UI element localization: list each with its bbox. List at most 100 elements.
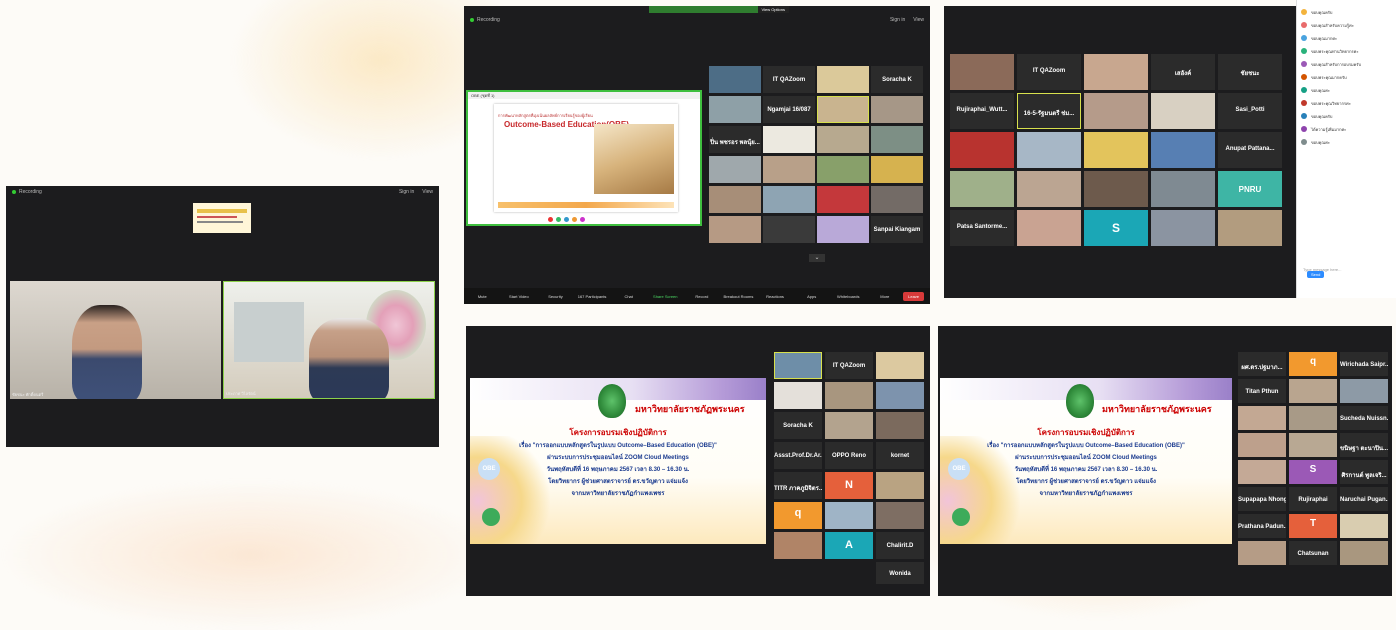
participant-tile[interactable]: ชัยชนะ <box>1218 54 1282 90</box>
shape-icon[interactable] <box>572 217 577 222</box>
participant-tile[interactable]: ศิรกานต์ พูลเจริ... <box>1340 460 1388 484</box>
participant-tile[interactable] <box>1017 210 1081 246</box>
participant-tile-speaking[interactable] <box>817 96 869 123</box>
participant-tile[interactable] <box>1017 132 1081 168</box>
pen-icon[interactable] <box>548 217 553 222</box>
share-screen-button[interactable]: Share Screen <box>647 294 684 299</box>
participant-tile[interactable] <box>1238 460 1286 484</box>
breakout-rooms-button[interactable]: Breakout Rooms <box>720 294 757 299</box>
mute-button[interactable]: Mute <box>464 294 501 299</box>
view-button[interactable]: View <box>913 17 924 23</box>
participant-tile[interactable]: Wonida <box>876 562 924 584</box>
participant-tile[interactable]: Chatsunan <box>1289 541 1337 565</box>
participant-tile[interactable]: TITR ภาคภูมิจิตร... <box>774 472 822 499</box>
participant-tile[interactable]: Anupat Pattana... <box>1218 132 1282 168</box>
participant-tile[interactable] <box>817 66 869 93</box>
leave-button[interactable]: Leave <box>903 291 925 301</box>
more-button[interactable]: More <box>867 294 904 299</box>
start-video-button[interactable]: Start Video <box>501 294 538 299</box>
participant-tile[interactable]: Soracha K <box>774 412 822 439</box>
participant-tile[interactable] <box>709 156 761 183</box>
participant-tile[interactable] <box>950 132 1014 168</box>
participant-tile[interactable] <box>1289 406 1337 430</box>
participant-tile[interactable] <box>950 54 1014 90</box>
participant-tile[interactable] <box>763 216 815 243</box>
participant-tile[interactable]: Rujiraphai_Wutt... <box>950 93 1014 129</box>
participant-tile[interactable] <box>1084 54 1148 90</box>
video-tile-speaker-right[interactable]: ประภาศ วิไลรัตน์ <box>223 281 435 399</box>
participant-tile[interactable]: Sucheda Nuissn... <box>1340 406 1388 430</box>
apps-button[interactable]: Apps <box>793 294 830 299</box>
participant-tile[interactable] <box>1151 210 1215 246</box>
participant-tile[interactable] <box>1151 132 1215 168</box>
participant-tile[interactable] <box>876 472 924 499</box>
participant-tile[interactable]: ผศ.ดร.ปฐมาภ... <box>1238 352 1286 376</box>
participant-tile[interactable] <box>1084 93 1148 129</box>
participant-tile[interactable] <box>950 171 1014 207</box>
participant-tile[interactable]: S <box>1084 210 1148 246</box>
participant-tile[interactable] <box>1084 171 1148 207</box>
participant-tile[interactable] <box>1017 171 1081 207</box>
participant-tile[interactable]: T <box>1289 514 1337 538</box>
participant-tile[interactable] <box>1289 433 1337 457</box>
participant-tile[interactable]: Assst.Prof.Dr.Ar... <box>774 442 822 469</box>
participant-tile[interactable]: IT QAZoom <box>1017 54 1081 90</box>
participant-tile[interactable]: q <box>1289 352 1337 376</box>
shared-banner-slide[interactable]: มหาวิทยาลัยราชภัฏพระนคร OBE โครงการอบรมเ… <box>470 378 766 544</box>
participant-tile[interactable]: Soracha K <box>871 66 923 93</box>
participant-tile[interactable] <box>709 216 761 243</box>
participant-tile[interactable] <box>871 156 923 183</box>
participant-tile[interactable]: Chalirit.D <box>876 532 924 559</box>
eraser-icon[interactable] <box>564 217 569 222</box>
participant-tile[interactable] <box>763 186 815 213</box>
record-button[interactable]: Record <box>684 294 721 299</box>
participant-tile[interactable] <box>774 382 822 409</box>
participant-tile[interactable] <box>1238 406 1286 430</box>
participant-tile[interactable]: IT QAZoom <box>825 352 873 379</box>
participant-tile[interactable] <box>1340 379 1388 403</box>
participant-tile[interactable] <box>1238 433 1286 457</box>
chat-button[interactable]: Chat <box>610 294 647 299</box>
highlighter-icon[interactable] <box>556 217 561 222</box>
view-options-button[interactable]: View Options <box>757 6 789 13</box>
participant-tile[interactable]: PNRU <box>1218 171 1282 207</box>
participant-tile[interactable]: Supapapa Nhonga... <box>1238 487 1286 511</box>
participant-tile[interactable] <box>825 382 873 409</box>
whiteboards-button[interactable]: Whiteboards <box>830 294 867 299</box>
participant-tile[interactable] <box>709 96 761 123</box>
chat-send-button[interactable]: Send <box>1307 271 1325 278</box>
sign-in-link[interactable]: Sign in <box>399 189 414 195</box>
participant-tile[interactable]: Rujiraphai <box>1289 487 1337 511</box>
participant-tile[interactable]: Sanpai Kiangam <box>871 216 923 243</box>
shared-banner-slide[interactable]: มหาวิทยาลัยราชภัฏพระนคร OBE โครงการอบรมเ… <box>940 378 1232 544</box>
participant-tile-speaking[interactable]: 16-5-รัฐมนตรี ช่ม... <box>1017 93 1081 129</box>
participant-tile[interactable]: Titan Pthun <box>1238 379 1286 403</box>
participant-tile[interactable] <box>871 126 923 153</box>
participant-tile[interactable] <box>774 352 822 379</box>
participant-tile[interactable] <box>817 216 869 243</box>
participant-tile[interactable]: Prathana Padun... <box>1238 514 1286 538</box>
participant-tile[interactable]: Ngamjai 16/087 <box>763 96 815 123</box>
participant-tile[interactable] <box>871 186 923 213</box>
participant-tile[interactable] <box>876 382 924 409</box>
participant-tile[interactable]: q <box>774 502 822 529</box>
participant-tile[interactable] <box>876 502 924 529</box>
participant-tile[interactable] <box>1289 379 1337 403</box>
participant-tile[interactable] <box>1151 171 1215 207</box>
participant-tile[interactable] <box>1340 514 1388 538</box>
participant-tile[interactable]: N <box>825 472 873 499</box>
participant-tile[interactable]: ขนิษฐา ตะนาปิน... <box>1340 433 1388 457</box>
participant-tile[interactable] <box>1238 541 1286 565</box>
participant-tile[interactable]: A <box>825 532 873 559</box>
participant-tile[interactable] <box>825 412 873 439</box>
participant-tile[interactable] <box>817 186 869 213</box>
participants-button[interactable]: 167 Participants <box>574 294 611 299</box>
participant-tile[interactable] <box>876 352 924 379</box>
participant-tile[interactable] <box>709 66 761 93</box>
reactions-button[interactable]: Reactions <box>757 294 794 299</box>
shared-screen-window[interactable]: OBE (ชุดที่ 1) การพัฒนาหลักสูตรที่มุ่งเน… <box>466 90 702 226</box>
participant-tile[interactable]: Patsa Santorme... <box>950 210 1014 246</box>
participant-tile[interactable] <box>1084 132 1148 168</box>
shared-slide-thumbnail[interactable] <box>193 203 251 233</box>
security-button[interactable]: Security <box>537 294 574 299</box>
